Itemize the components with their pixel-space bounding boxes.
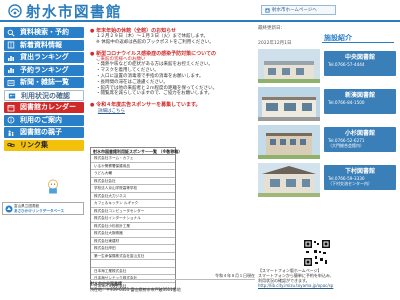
- kosugi-library-photo: [258, 125, 320, 159]
- smartphone-url-link[interactable]: http://lib.city.imizu.toyama.jp/opac/sp: [258, 283, 398, 288]
- ranking-icon: [8, 68, 14, 73]
- mascot-icon: [48, 179, 58, 194]
- shimomura-library-photo: [258, 163, 320, 197]
- facility-heading: 施設紹介: [322, 33, 394, 43]
- branch-info-card: 中央図書館 Tel.0766-57-4444: [324, 51, 396, 76]
- site-footer: 射水市中央図書館 所在地：〒939-0351 富山県射水市戸破3511番地: [90, 281, 260, 292]
- sponsor-table: 射水市図書館利用証スポンサー一覧 （※敬称略） 株式会社ホーム・カフェ いるか警…: [90, 147, 183, 290]
- sidebar-item-label: 図書館の親子: [20, 128, 62, 136]
- branch-info-card: 小杉図書館 Tel.0766-52-6271 （大門総合会館内）: [324, 127, 396, 152]
- sidebar-item-search[interactable]: 資料検索・予約: [4, 27, 84, 38]
- table-row[interactable]: うどん大輔: [91, 170, 175, 178]
- smartphone-info: 【スマートフォン版ホームページ】 スマートフォンから簡単に予約を申込み、 利用状…: [258, 268, 398, 288]
- sidebar-item-usage-status[interactable]: 利用状況の確認: [4, 89, 84, 101]
- table-row[interactable]: 株式会社コンピュータセンター: [91, 208, 175, 215]
- branch-name: 小杉図書館: [344, 130, 375, 137]
- sidebar-item-label: 図書館カレンダー: [20, 103, 76, 111]
- book-icon: [7, 41, 15, 49]
- sidebar-item-parent-child[interactable]: 図書館の親子: [4, 127, 84, 138]
- library-logo-icon: [5, 205, 13, 213]
- table-row[interactable]: 学校法人京山学院高等学校: [91, 185, 175, 193]
- header-divider: [0, 20, 400, 22]
- table-row[interactable]: 株式会社インターナショナル: [91, 215, 175, 223]
- table-row[interactable]: 株式会社東建材: [91, 238, 175, 245]
- table-row[interactable]: 第一生命保険株式会社富山支社: [91, 253, 175, 260]
- calendar-icon: [7, 104, 15, 111]
- site-title[interactable]: 射水市図書館: [26, 1, 122, 21]
- sidebar-item-label: 新着資料情報: [20, 40, 62, 49]
- table-row[interactable]: 株式会社小杉設計工業: [91, 223, 175, 230]
- newspaper-icon: [7, 79, 15, 86]
- table-row[interactable]: 株式会社大力ジネス: [91, 193, 175, 200]
- branch-location: （大門総合会館内）: [328, 143, 364, 148]
- link-icon: [7, 143, 15, 147]
- sponsor-details-link[interactable]: 詳細はこちら: [90, 108, 255, 114]
- branch-info-card: 新湊図書館 Tel.0766-84-1500: [324, 89, 396, 114]
- footer-address: 所在地：〒939-0351 富山県射水市戸破3511番地: [90, 286, 181, 292]
- sidebar-item-newspapers[interactable]: 新聞・雑誌一覧: [4, 77, 84, 88]
- branch-name: 新湊図書館: [344, 92, 375, 99]
- branch-name: 下村図書館: [344, 168, 375, 175]
- city-emblem-icon: [8, 4, 22, 18]
- notices-area: ● 年末年始の休館（全館）のお知らせ １２月２９日（木）～１月３日（火）まで休館…: [90, 27, 255, 114]
- sponsor-table-title: 射水市図書館利用証スポンサー一覧 （※敬称略）: [91, 149, 183, 155]
- info-icon: [7, 116, 15, 124]
- branch-kosugi[interactable]: 小杉図書館 Tel.0766-52-6271 （大門総合会館内）: [258, 125, 396, 161]
- facility-column: 最終更新日： 2022年12月1日 施設紹介 中央図書館 Tel.0766-57…: [258, 25, 396, 197]
- sidebar-nav: 資料検索・予約 新着資料情報 貸出ランキング 予約ランキング 新聞・雑誌一覧 利…: [4, 27, 88, 152]
- sidebar-item-loan-ranking[interactable]: 貸出ランキング: [4, 52, 84, 63]
- branch-shimomura[interactable]: 下村図書館 Tel.0766-59-3330 （下村交流センター内）: [258, 163, 396, 199]
- notice-holiday-title: ● 年末年始の休館（全館）のお知らせ: [90, 28, 177, 34]
- sidebar-item-guide[interactable]: 利用のご案内: [4, 114, 84, 126]
- table-row: [91, 260, 175, 268]
- search-icon: [7, 29, 15, 37]
- sidebar-item-calendar[interactable]: 図書館カレンダー: [4, 102, 84, 113]
- branch-tel: Tel.0766-57-4444: [328, 62, 365, 67]
- branch-shinminato[interactable]: 新湊図書館 Tel.0766-84-1500: [258, 87, 396, 123]
- home-link-label: 射水市ホームページへ: [272, 8, 317, 13]
- last-updated-label: 最終更新日：: [258, 26, 285, 31]
- branch-tel: Tel.0766-84-1500: [328, 100, 365, 105]
- last-updated-date: 2022年12月1日: [258, 41, 292, 46]
- family-icon: [8, 130, 14, 136]
- sidebar-item-label: 利用のご案内: [20, 115, 62, 124]
- ranking-icon: [8, 55, 14, 61]
- sidebar-item-label: リンク集: [20, 140, 48, 149]
- site-header: 射水市図書館 射水市ホームページへ: [0, 0, 400, 21]
- notice-covid-title: ● 新型コロナウイルス感染症の感染予防対策についての: [90, 50, 216, 57]
- home-icon: [265, 8, 270, 13]
- footer-divider: [90, 279, 255, 280]
- sidebar-item-label: 貸出ランキング: [20, 53, 69, 61]
- shinminato-library-photo: [258, 87, 320, 121]
- central-library-photo: [258, 49, 320, 83]
- banner-text: 富山県立図書館 あさひかけリンクデータベース: [14, 204, 64, 213]
- qr-code-icon: [303, 239, 331, 267]
- table-row[interactable]: 株式会社岸田: [91, 245, 175, 253]
- sidebar-item-label: 利用状況の確認: [21, 91, 70, 100]
- branch-location: （下村交流センター内）: [328, 181, 372, 186]
- branch-central[interactable]: 中央図書館 Tel.0766-57-4444: [258, 49, 396, 85]
- notice-sponsor-title: ● 令和４年度広告スポンサーを募集しています。: [90, 102, 201, 109]
- sidebar-item-label: 資料検索・予約: [20, 28, 69, 36]
- sidebar-item-label: 予約ランキング: [20, 65, 69, 74]
- table-row[interactable]: 株式会社ホーム・カフェ: [91, 155, 175, 163]
- banner-line2: あさひかけリンクデータベース: [14, 208, 65, 213]
- sidebar-item-links[interactable]: リンク集: [4, 139, 84, 151]
- city-homepage-link[interactable]: 射水市ホームページへ: [261, 5, 336, 15]
- sidebar-item-reserve-ranking[interactable]: 予約ランキング: [4, 64, 84, 76]
- user-card-icon: [8, 93, 16, 99]
- table-row[interactable]: 株式会社会社: [91, 178, 175, 185]
- prefectural-library-banner[interactable]: 富山県立図書館 あさひかけリンクデータベース: [2, 202, 84, 215]
- sidebar-item-new-arrivals[interactable]: 新着資料情報: [4, 39, 84, 51]
- sidebar-item-label: 新聞・雑誌一覧: [20, 78, 69, 86]
- branch-info-card: 下村図書館 Tel.0766-59-3330 （下村交流センター内）: [324, 165, 396, 190]
- table-row[interactable]: カフェ＆キッチン ルギャク: [91, 200, 175, 208]
- table-row[interactable]: いるか警察署保護用品: [91, 163, 175, 170]
- branch-name: 中央図書館: [344, 54, 375, 61]
- table-row[interactable]: 株式会社大阪精器: [91, 230, 175, 238]
